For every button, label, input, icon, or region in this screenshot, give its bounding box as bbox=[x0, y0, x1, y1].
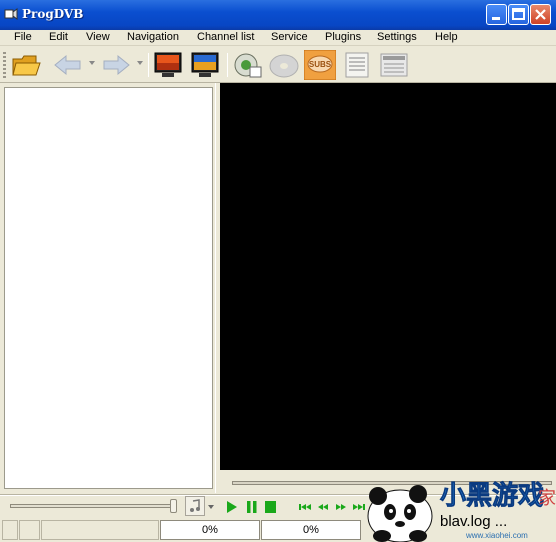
forward-dropdown-icon[interactable] bbox=[136, 59, 144, 67]
skip-back-icon[interactable] bbox=[298, 500, 312, 514]
forward-arrow-icon[interactable] bbox=[100, 50, 132, 80]
audio-track-button[interactable] bbox=[185, 496, 205, 516]
music-note-icon bbox=[190, 499, 200, 512]
record-disc-icon[interactable] bbox=[232, 50, 264, 80]
watermark-logo: 小黑游戏 家 blav.log ... www.xiaohei.com bbox=[367, 481, 556, 542]
main-toolbar: SUBS bbox=[0, 47, 556, 83]
menu-plugins[interactable]: Plugins bbox=[325, 31, 361, 43]
back-arrow-icon[interactable] bbox=[52, 50, 84, 80]
play-icon[interactable] bbox=[226, 500, 238, 514]
teletext-icon[interactable] bbox=[378, 50, 410, 80]
tv-monitor-icon[interactable] bbox=[152, 50, 184, 80]
app-logo-icon bbox=[4, 8, 18, 20]
subs-label: SUBS bbox=[309, 60, 332, 69]
status-cell bbox=[2, 520, 18, 540]
watermark-suffix: 家 bbox=[538, 488, 556, 509]
fast-forward-icon[interactable] bbox=[334, 500, 348, 514]
maximize-icon bbox=[512, 8, 525, 20]
stop-icon[interactable] bbox=[264, 500, 277, 514]
menu-bar: File Edit View Navigation Channel list S… bbox=[0, 30, 556, 46]
watermark-site: www.xiaohei.com bbox=[465, 531, 528, 540]
tv-monitor-2-icon[interactable] bbox=[189, 50, 221, 80]
minimize-icon bbox=[492, 17, 500, 20]
status-cell bbox=[41, 520, 159, 540]
toolbar-grip[interactable] bbox=[3, 52, 6, 78]
signal-level-percent: 0% bbox=[160, 520, 260, 540]
open-folder-icon[interactable] bbox=[10, 50, 42, 80]
pause-icon[interactable] bbox=[246, 500, 258, 514]
status-cell bbox=[19, 520, 40, 540]
watermark-text: 小黑游戏 bbox=[440, 481, 544, 511]
channel-list-panel[interactable] bbox=[4, 87, 213, 489]
rewind-icon[interactable] bbox=[316, 500, 330, 514]
video-area[interactable] bbox=[220, 83, 556, 470]
audio-dropdown-icon[interactable] bbox=[206, 496, 216, 516]
menu-file[interactable]: File bbox=[14, 31, 32, 43]
watermark-url: blav.log ... bbox=[440, 513, 507, 530]
window-title: ProgDVB bbox=[22, 7, 84, 21]
epg-list-icon[interactable] bbox=[342, 50, 374, 80]
menu-edit[interactable]: Edit bbox=[49, 31, 68, 43]
disc-icon[interactable] bbox=[268, 50, 300, 80]
menu-service[interactable]: Service bbox=[271, 31, 308, 43]
menu-channel-list[interactable]: Channel list bbox=[197, 31, 254, 43]
volume-thumb[interactable] bbox=[170, 499, 177, 513]
toolbar-separator bbox=[227, 53, 228, 77]
toolbar-separator bbox=[148, 53, 149, 77]
menu-help[interactable]: Help bbox=[435, 31, 458, 43]
back-dropdown-icon[interactable] bbox=[88, 59, 96, 67]
menu-view[interactable]: View bbox=[86, 31, 110, 43]
minimize-button[interactable] bbox=[486, 4, 507, 25]
menu-settings[interactable]: Settings bbox=[377, 31, 417, 43]
title-bar[interactable]: ProgDVB bbox=[0, 0, 556, 30]
close-button[interactable] bbox=[530, 4, 551, 25]
app-window: ProgDVB File Edit View Navigation Channe… bbox=[0, 0, 556, 542]
volume-slider[interactable] bbox=[10, 504, 175, 508]
panel-splitter[interactable] bbox=[215, 83, 219, 493]
maximize-button[interactable] bbox=[508, 4, 529, 25]
signal-quality-percent: 0% bbox=[261, 520, 361, 540]
subs-icon[interactable]: SUBS bbox=[304, 50, 336, 80]
close-icon bbox=[535, 9, 546, 20]
menu-navigation[interactable]: Navigation bbox=[127, 31, 179, 43]
